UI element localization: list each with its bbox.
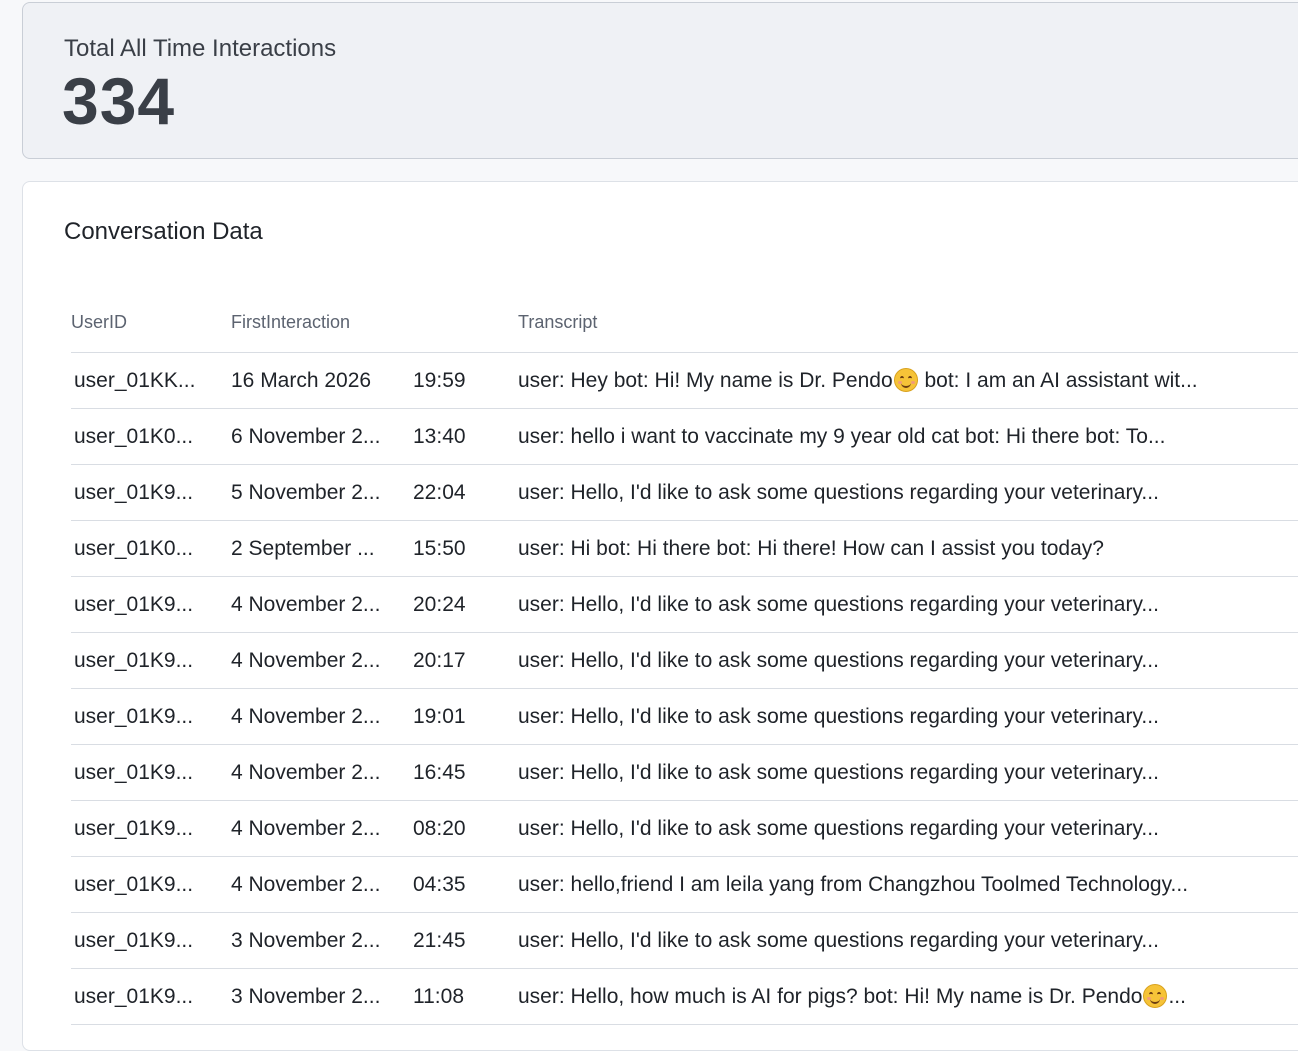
table-row[interactable]: user_01K0... 6 November 2... 13:40 user: he… bbox=[71, 409, 1298, 465]
first-interaction-date-cell: 4 November 2... bbox=[231, 761, 381, 784]
first-interaction-date-cell: 2 September ... bbox=[231, 537, 375, 560]
user-id-cell: user_01K9... bbox=[74, 649, 194, 672]
first-interaction-date-cell: 5 November 2... bbox=[231, 481, 381, 504]
user-id-cell: user_01K9... bbox=[74, 929, 194, 952]
table-body: user_01KK... 16 March 2026 19:59 user: Hey … bbox=[71, 353, 1298, 1025]
table-row[interactable]: user_01K9... 5 November 2... 22:04 user: He… bbox=[71, 465, 1298, 521]
column-header-transcript[interactable]: Transcript bbox=[518, 312, 597, 333]
transcript-text: user: Hello, I'd like to ask some questi… bbox=[518, 649, 1159, 672]
first-interaction-time-cell: 20:17 bbox=[413, 649, 466, 672]
user-id-cell: user_01KK... bbox=[74, 369, 196, 392]
table-row[interactable]: user_01K9... 4 November 2... 16:45 user: He… bbox=[71, 745, 1298, 801]
transcript-text: user: hello,friend I am leila yang from … bbox=[518, 873, 1189, 896]
first-interaction-time-cell: 19:01 bbox=[413, 705, 466, 728]
table-row[interactable]: user_01K9... 4 November 2... 04:35 user: he… bbox=[71, 857, 1298, 913]
first-interaction-time-cell: 08:20 bbox=[413, 817, 466, 840]
conversation-data-card: Conversation Data UserID FirstInteractio… bbox=[22, 181, 1298, 1051]
transcript-text-continued: bot: I am an AI assistant wit... bbox=[918, 369, 1198, 392]
total-interactions-card: Total All Time Interactions 334 bbox=[22, 2, 1298, 159]
transcript-text: user: Hello, I'd like to ask some questi… bbox=[518, 481, 1159, 504]
table-row[interactable]: user_01K9... 4 November 2... 19:01 user: He… bbox=[71, 689, 1298, 745]
table-row[interactable]: user_01K9... 3 November 2... 21:45 user: He… bbox=[71, 913, 1298, 969]
total-interactions-label: Total All Time Interactions bbox=[64, 35, 337, 62]
user-id-cell: user_01K9... bbox=[74, 817, 194, 840]
user-id-cell: user_01K0... bbox=[74, 537, 194, 560]
first-interaction-date-cell: 4 November 2... bbox=[231, 593, 381, 616]
table-row[interactable]: user_01K9... 4 November 2... 20:24 user: He… bbox=[71, 577, 1298, 633]
smiling-face-icon bbox=[893, 368, 918, 392]
column-header-firstinteraction[interactable]: FirstInteraction bbox=[231, 312, 350, 333]
transcript-text: user: hello i want to vaccinate my 9 yea… bbox=[518, 425, 1166, 448]
transcript-cell: user: Hello, I'd like to ask some questi… bbox=[518, 745, 1282, 800]
transcript-text: user: Hello, I'd like to ask some questi… bbox=[518, 929, 1159, 952]
first-interaction-date-cell: 4 November 2... bbox=[231, 817, 381, 840]
transcript-text: user: Hello, I'd like to ask some questi… bbox=[518, 817, 1159, 840]
transcript-cell: user: Hello, I'd like to ask some questi… bbox=[518, 913, 1282, 968]
transcript-text: user: Hello, I'd like to ask some questi… bbox=[518, 593, 1159, 616]
transcript-cell: user: Hello, I'd like to ask some questi… bbox=[518, 633, 1282, 688]
table-header: UserID FirstInteraction Transcript bbox=[71, 292, 1298, 353]
first-interaction-time-cell: 16:45 bbox=[413, 761, 466, 784]
transcript-text-continued: ... bbox=[1168, 985, 1186, 1008]
first-interaction-time-cell: 22:04 bbox=[413, 481, 466, 504]
transcript-cell: user: Hello, I'd like to ask some questi… bbox=[518, 465, 1282, 520]
user-id-cell: user_01K9... bbox=[74, 873, 194, 896]
transcript-cell: user: Hey bot: Hi! My name is Dr. Pendo … bbox=[518, 353, 1282, 408]
first-interaction-time-cell: 13:40 bbox=[413, 425, 466, 448]
first-interaction-time-cell: 15:50 bbox=[413, 537, 466, 560]
user-id-cell: user_01K0... bbox=[74, 425, 194, 448]
first-interaction-date-cell: 6 November 2... bbox=[231, 425, 381, 448]
first-interaction-date-cell: 16 March 2026 bbox=[231, 369, 372, 392]
table-row[interactable]: user_01KK... 16 March 2026 19:59 user: Hey … bbox=[71, 353, 1298, 409]
transcript-cell: user: hello i want to vaccinate my 9 yea… bbox=[518, 409, 1282, 464]
total-interactions-value: 334 bbox=[62, 64, 176, 138]
first-interaction-date-cell: 3 November 2... bbox=[231, 929, 381, 952]
conversation-table: UserID FirstInteraction Transcript user_… bbox=[71, 292, 1298, 1025]
transcript-cell: user: Hello, I'd like to ask some questi… bbox=[518, 689, 1282, 744]
first-interaction-time-cell: 21:45 bbox=[413, 929, 466, 952]
transcript-cell: user: Hello, how much is AI for pigs? bo… bbox=[518, 969, 1282, 1024]
first-interaction-time-cell: 20:24 bbox=[413, 593, 466, 616]
transcript-cell: user: Hello, I'd like to ask some questi… bbox=[518, 801, 1282, 856]
first-interaction-time-cell: 04:35 bbox=[413, 873, 466, 896]
table-row[interactable]: user_01K9... 4 November 2... 08:20 user: He… bbox=[71, 801, 1298, 857]
conversation-data-title: Conversation Data bbox=[64, 218, 263, 245]
first-interaction-time-cell: 19:59 bbox=[413, 369, 466, 392]
user-id-cell: user_01K9... bbox=[74, 761, 194, 784]
transcript-text: user: Hey bot: Hi! My name is Dr. Pendo bbox=[518, 369, 893, 392]
first-interaction-date-cell: 3 November 2... bbox=[231, 985, 381, 1008]
first-interaction-date-cell: 4 November 2... bbox=[231, 873, 381, 896]
first-interaction-date-cell: 4 November 2... bbox=[231, 705, 381, 728]
user-id-cell: user_01K9... bbox=[74, 481, 194, 504]
table-row[interactable]: user_01K9... 4 November 2... 20:17 user: He… bbox=[71, 633, 1298, 689]
first-interaction-time-cell: 11:08 bbox=[413, 985, 464, 1008]
transcript-text: user: Hello, how much is AI for pigs? bo… bbox=[518, 985, 1143, 1008]
table-row[interactable]: user_01K9... 3 November 2... 11:08 user: He… bbox=[71, 969, 1298, 1025]
transcript-text: user: Hi bot: Hi there bot: Hi there! Ho… bbox=[518, 537, 1104, 560]
user-id-cell: user_01K9... bbox=[74, 705, 194, 728]
user-id-cell: user_01K9... bbox=[74, 593, 194, 616]
user-id-cell: user_01K9... bbox=[74, 985, 194, 1008]
table-row[interactable]: user_01K0... 2 September ... 15:50 user: Hi… bbox=[71, 521, 1298, 577]
transcript-cell: user: Hello, I'd like to ask some questi… bbox=[518, 577, 1282, 632]
transcript-cell: user: hello,friend I am leila yang from … bbox=[518, 857, 1282, 912]
first-interaction-date-cell: 4 November 2... bbox=[231, 649, 381, 672]
smiling-face-icon bbox=[1143, 984, 1168, 1008]
transcript-text: user: Hello, I'd like to ask some questi… bbox=[518, 761, 1159, 784]
transcript-text: user: Hello, I'd like to ask some questi… bbox=[518, 705, 1159, 728]
column-header-userid[interactable]: UserID bbox=[71, 312, 127, 333]
transcript-cell: user: Hi bot: Hi there bot: Hi there! Ho… bbox=[518, 521, 1282, 576]
